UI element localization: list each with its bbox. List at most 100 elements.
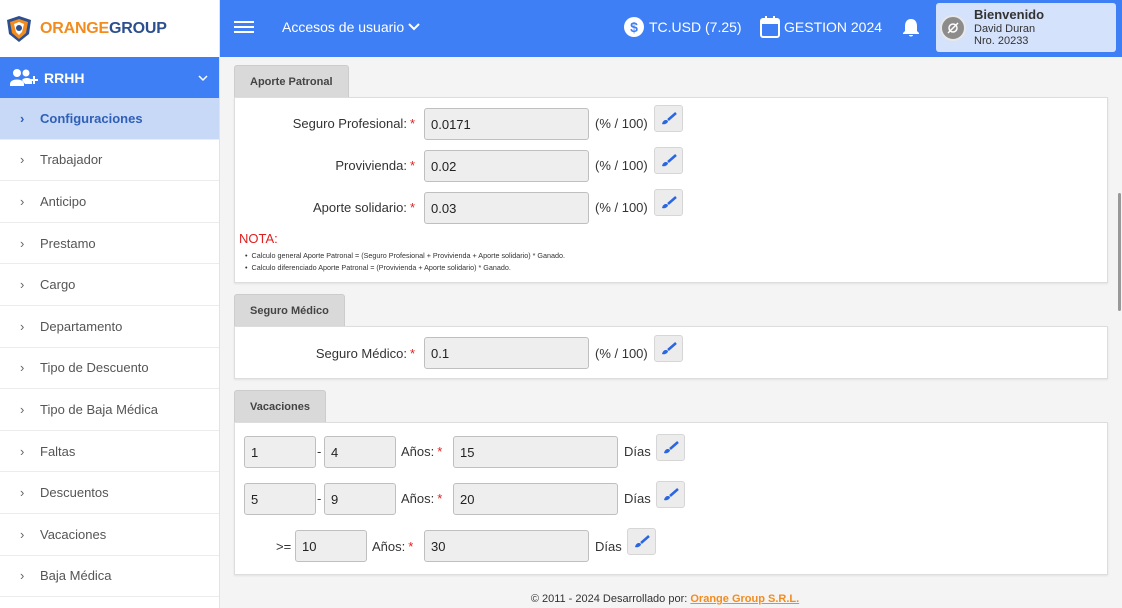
chevron-right-icon: › [20, 318, 25, 334]
user-number: Nro. 20233 [974, 34, 1029, 47]
nota-item: Calculo diferenciado Aporte Patronal = (… [245, 262, 565, 274]
sidebar-item-cargo[interactable]: › Cargo [0, 264, 219, 306]
nota-list: Calculo general Aporte Patronal = (Segur… [245, 250, 565, 274]
sidebar-item-trabajador[interactable]: › Trabajador [0, 140, 219, 182]
sidebar-item-prestamo[interactable]: › Prestamo [0, 223, 219, 265]
brand-name: ORANGEGROUP [40, 20, 167, 38]
vacaciones-range3-days-input[interactable]: 30 [424, 530, 589, 562]
module-rrhh[interactable]: RRHH [0, 57, 219, 98]
hamburger-menu-icon[interactable] [234, 18, 254, 38]
sidebar-item-faltas[interactable]: › Faltas [0, 431, 219, 473]
unit-label: (% / 100) [595, 200, 648, 215]
edit-seguro-profesional-button[interactable] [654, 105, 683, 132]
chevron-down-icon [198, 74, 208, 81]
chevron-right-icon: › [20, 401, 25, 417]
field-label: Provivienda: [335, 158, 407, 173]
sidebar-item-departamento[interactable]: › Departamento [0, 306, 219, 348]
vacaciones-range3-from-input[interactable]: 10 [295, 530, 367, 562]
vacaciones-range1-days-input[interactable]: 15 [453, 436, 618, 468]
edit-vacaciones-range3-button[interactable] [627, 528, 656, 555]
required-mark: * [437, 444, 443, 459]
chevron-right-icon: › [20, 235, 25, 251]
edit-aporte-solidario-button[interactable] [654, 189, 683, 216]
sidebar-item-vacaciones[interactable]: › Vacaciones [0, 514, 219, 556]
label-anos: Años: * [401, 491, 442, 506]
required-mark: * [409, 116, 415, 131]
sidebar-item-label: Vacaciones [40, 526, 107, 542]
footer-text: © 2011 - 2024 Desarrollado por: [530, 593, 688, 605]
ge-label: >= [276, 539, 292, 554]
user-name: David Duran [974, 22, 1036, 35]
aporte-solidario-input[interactable]: 0.03 [424, 192, 589, 224]
brush-icon [661, 153, 677, 166]
vacaciones-range2-to-input[interactable]: 9 [324, 483, 396, 515]
section-title: Aporte Patronal [250, 75, 333, 88]
sidebar-nav: › Configuraciones › Trabajador › Anticipo ›… [0, 98, 219, 598]
brush-icon [661, 341, 677, 354]
provivienda-input[interactable]: 0.02 [424, 150, 589, 182]
seguro-profesional-input[interactable]: 0.0171 [424, 108, 589, 140]
access-menu-label: Accesos de usuario [282, 19, 405, 35]
sidebar-item-configuraciones[interactable]: › Configuraciones [0, 98, 219, 140]
bell-icon[interactable] [902, 18, 920, 38]
sidebar-item-label: Baja Médica [40, 568, 112, 584]
edit-seguro-medico-button[interactable] [654, 335, 683, 362]
vacaciones-range1-to-input[interactable]: 4 [324, 436, 396, 468]
chevron-right-icon: › [20, 152, 25, 168]
field-label: Seguro Médico: [315, 346, 407, 361]
days-label: Días [624, 444, 651, 459]
panel-vacaciones: 1 - 4 Años: * 15 Días 5 - 9 Años: * 20 Día… [234, 422, 1108, 575]
sidebar: ORANGEGROUP RRHH › Configuraciones › Traba… [0, 0, 220, 608]
field-label: Aporte solidario: [312, 200, 407, 215]
chevron-right-icon: › [20, 568, 25, 584]
scrollbar[interactable] [1118, 193, 1121, 311]
field-label: Años: [401, 444, 435, 459]
brand-part2: GROUP [109, 19, 167, 37]
dollar-icon: $ [624, 17, 644, 37]
nota-title: NOTA: [239, 231, 278, 246]
sidebar-item-tipo-descuento[interactable]: › Tipo de Descuento [0, 348, 219, 390]
nota-item: Calculo general Aporte Patronal = (Segur… [245, 250, 565, 262]
footer: © 2011 - 2024 Desarrollado por: Orange G… [220, 593, 1110, 605]
main-content: Aporte Patronal Seguro Profesional: * 0.0… [220, 57, 1110, 608]
edit-vacaciones-range2-button[interactable] [656, 481, 685, 508]
tab-aporte-patronal[interactable]: Aporte Patronal [234, 65, 349, 97]
chevron-right-icon: › [20, 193, 25, 209]
label-anos: Años: * [401, 444, 442, 459]
field-label: Años: [401, 491, 435, 506]
brush-icon [663, 440, 679, 453]
chevron-right-icon: › [20, 110, 25, 126]
tab-vacaciones[interactable]: Vacaciones [234, 390, 326, 422]
unit-label: (% / 100) [595, 346, 648, 361]
access-menu-dropdown[interactable]: Accesos de usuario [282, 19, 420, 35]
tab-seguro-medico[interactable]: Seguro Médico [234, 294, 345, 326]
vacaciones-range2-days-input[interactable]: 20 [453, 483, 618, 515]
user-profile[interactable]: Bienvenido David Duran Nro. 20233 [936, 3, 1116, 52]
sidebar-item-label: Trabajador [40, 152, 103, 168]
seguro-medico-input[interactable]: 0.1 [424, 337, 589, 369]
vacaciones-range1-from-input[interactable]: 1 [244, 436, 316, 468]
module-label: RRHH [44, 69, 85, 86]
edit-vacaciones-range1-button[interactable] [656, 434, 685, 461]
calendar-icon [760, 16, 780, 38]
chevron-right-icon: › [20, 485, 25, 501]
edit-provivienda-button[interactable] [654, 147, 683, 174]
sidebar-item-baja-medica[interactable]: › Baja Médica [0, 556, 219, 598]
section-title: Seguro Médico [250, 304, 329, 317]
label-anos: Años: * [372, 539, 413, 554]
brush-icon [634, 534, 650, 547]
brush-icon [661, 195, 677, 208]
days-label: Días [595, 539, 622, 554]
brand-logo[interactable]: ORANGEGROUP [0, 0, 219, 57]
exchange-rate-text: TC.USD (7.25) [649, 19, 742, 35]
sidebar-item-descuentos[interactable]: › Descuentos [0, 472, 219, 514]
footer-link[interactable]: Orange Group S.R.L. [690, 593, 799, 605]
chevron-right-icon: › [20, 526, 25, 542]
sidebar-item-label: Configuraciones [40, 110, 143, 126]
sidebar-item-label: Descuentos [40, 485, 109, 501]
users-add-icon [10, 68, 38, 86]
avatar [940, 14, 966, 41]
sidebar-item-anticipo[interactable]: › Anticipo [0, 181, 219, 223]
vacaciones-range2-from-input[interactable]: 5 [244, 483, 316, 515]
sidebar-item-tipo-baja-medica[interactable]: › Tipo de Baja Médica [0, 389, 219, 431]
